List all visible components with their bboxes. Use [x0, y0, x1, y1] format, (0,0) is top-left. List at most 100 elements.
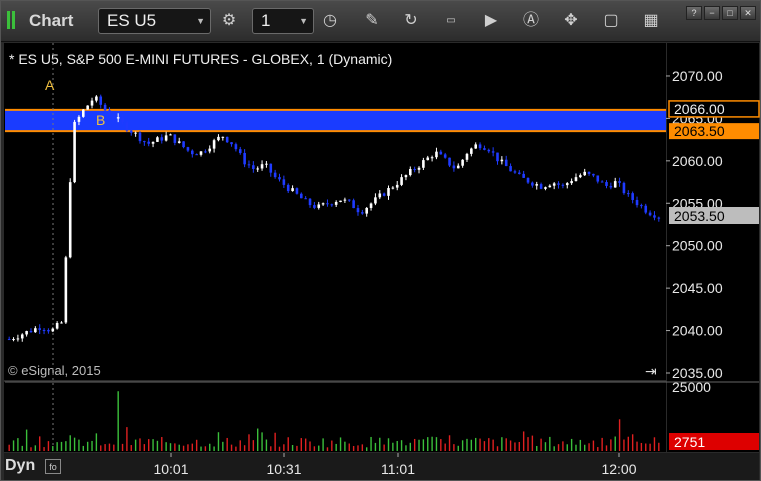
candle-body: [531, 182, 534, 186]
candle-body: [330, 204, 334, 206]
candle-body: [417, 167, 421, 170]
candle-body: [38, 328, 41, 330]
candle-body: [64, 257, 68, 323]
candle-body: [539, 184, 543, 189]
candle-body: [443, 154, 447, 158]
candle-body: [208, 148, 212, 152]
candle-body: [387, 188, 390, 196]
chart-svg: * ES U5, S&P 500 E-MINI FUTURES - GLOBEX…: [5, 43, 760, 477]
candle-body: [47, 330, 50, 332]
x-tick-label: 10:31: [266, 461, 301, 477]
candle-body: [535, 184, 539, 186]
candle-body: [448, 157, 451, 166]
candle-body: [456, 165, 460, 169]
candle-body: [265, 163, 268, 165]
candle-body: [391, 187, 395, 189]
candle-body: [169, 134, 172, 136]
candle-body: [300, 193, 303, 199]
annotation-b: B: [96, 112, 105, 128]
x-tick-label: 11:01: [381, 461, 415, 477]
candle-body: [439, 151, 443, 155]
candle-body: [565, 183, 569, 186]
candle-body: [86, 105, 89, 110]
candle-body: [160, 137, 164, 141]
candle-body: [7, 339, 11, 341]
candle-body: [125, 122, 129, 131]
candle-body: [60, 322, 63, 324]
candle-body: [544, 187, 547, 189]
candle-body: [177, 141, 181, 143]
candle-body: [256, 168, 259, 170]
lock-icon[interactable]: fo: [45, 459, 61, 474]
y-tick-label: 2070.00: [672, 68, 723, 84]
candle-body: [583, 171, 586, 176]
candle-body: [138, 132, 142, 142]
candle-body: [238, 149, 242, 153]
candle-body: [374, 197, 377, 204]
candle-body: [557, 183, 560, 185]
candle-body: [99, 96, 103, 105]
candle-body: [491, 151, 495, 153]
candle-body: [587, 171, 591, 174]
candle-body: [548, 185, 552, 188]
candle-body: [77, 116, 81, 122]
candle-body: [326, 203, 329, 205]
candle-body: [605, 182, 608, 186]
candle-body: [356, 208, 360, 213]
y-tick-label: 2060.00: [672, 153, 723, 169]
candle-body: [147, 141, 150, 144]
candle-body: [334, 201, 338, 205]
candle-body: [435, 151, 438, 158]
last-price-label: 2053.50: [674, 208, 725, 224]
candle-body: [282, 179, 286, 185]
candle-body: [273, 172, 277, 178]
candle-body: [579, 175, 582, 178]
candle-body: [317, 204, 321, 208]
candle-body: [644, 205, 648, 213]
candle-body: [657, 217, 661, 219]
candle-body: [51, 328, 55, 332]
candle-body: [286, 184, 290, 192]
zone-high-label: 2066.00: [674, 101, 725, 117]
candle-body: [631, 193, 634, 200]
zone-low-label: 2063.50: [674, 123, 725, 139]
candle-body: [622, 182, 626, 194]
candle-body: [134, 132, 137, 134]
candle-body: [470, 148, 473, 154]
candle-body: [522, 173, 525, 178]
candle-body: [278, 177, 281, 180]
y-tick-label: 2050.00: [672, 238, 723, 254]
candle-body: [164, 135, 168, 141]
candle-body: [55, 322, 59, 329]
candle-body: [648, 212, 652, 216]
watermark: © eSignal, 2015: [8, 363, 101, 378]
candle-body: [574, 177, 578, 182]
candle-body: [452, 165, 456, 169]
candle-body: [395, 184, 399, 188]
candle-body: [343, 199, 347, 201]
y-tick-label: 2040.00: [672, 323, 723, 339]
candle-body: [339, 200, 342, 202]
candle-body: [465, 153, 469, 160]
candle-body: [95, 96, 98, 101]
candle-body: [413, 169, 416, 171]
candle-body: [291, 188, 294, 192]
chart-window: Chart ES U5 ▼ ⚙ 1 ▼ ◷ ✎ ↻ ▭ ▶ Ⓐ ✥ ▢ ▦ ? −…: [0, 0, 761, 481]
x-tick-label: 10:01: [153, 461, 188, 477]
candle-body: [108, 110, 111, 116]
scroll-end-icon: ⇥: [645, 364, 657, 380]
candle-body: [483, 148, 486, 150]
candle-body: [426, 157, 430, 161]
candle-body: [496, 152, 499, 162]
candle-body: [16, 338, 20, 340]
candle-body: [199, 151, 203, 155]
candle-body: [369, 203, 373, 208]
candle-body: [260, 164, 264, 169]
candle-body: [269, 163, 273, 173]
candle-body: [103, 104, 107, 111]
chart-title: * ES U5, S&P 500 E-MINI FUTURES - GLOBEX…: [9, 51, 392, 67]
candle-body: [195, 154, 198, 156]
candle-body: [513, 171, 517, 173]
candle-body: [230, 142, 233, 145]
candle-body: [143, 141, 146, 143]
